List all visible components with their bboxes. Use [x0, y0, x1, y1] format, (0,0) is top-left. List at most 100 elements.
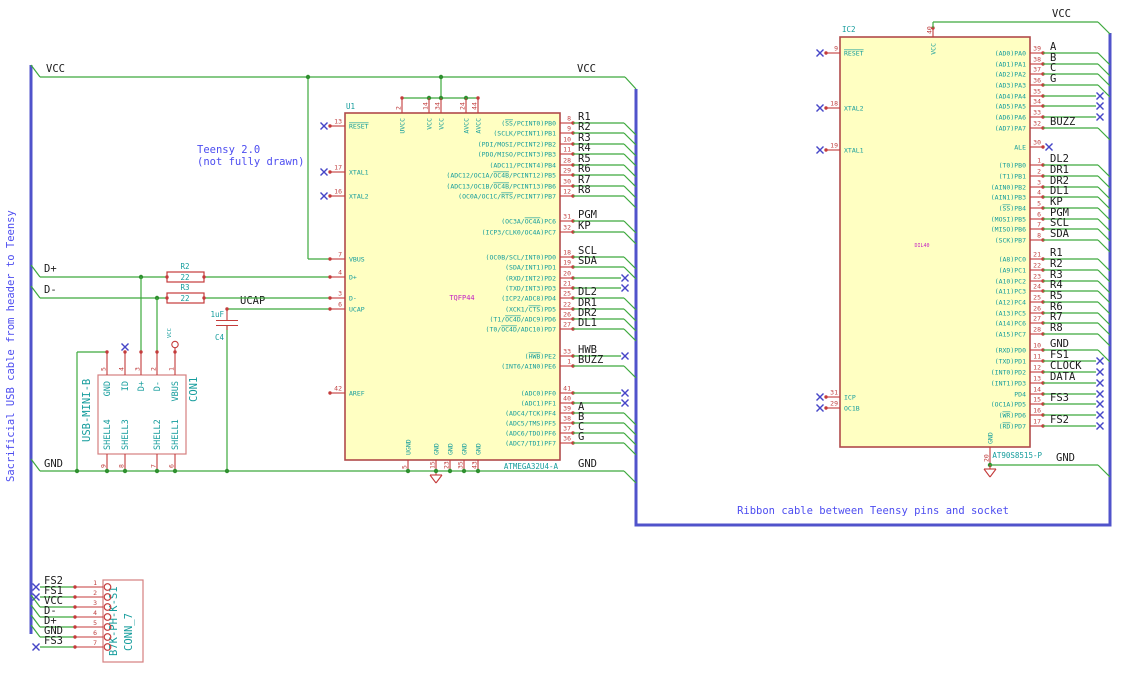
pin-name: ALE	[1014, 144, 1026, 152]
bus-entry	[1097, 207, 1111, 221]
net-label[interactable]: FS3	[1050, 392, 1069, 404]
pin-number: 24	[1033, 283, 1041, 291]
bus-entry	[623, 122, 637, 136]
pin-end-dot	[824, 106, 828, 110]
junction-dot	[438, 74, 444, 80]
pin-name: (RXD/INT2)PD2	[505, 275, 556, 283]
pin-number: 15	[429, 461, 437, 469]
pin-number: 6	[168, 464, 176, 468]
pin-number: 17	[1033, 418, 1041, 426]
pin-number: 4	[93, 609, 97, 617]
pin-end-dot	[165, 296, 169, 300]
pin-end-dot	[328, 124, 332, 128]
pin-number: 14	[1033, 386, 1041, 394]
pin-name: (T1)PB1	[999, 173, 1026, 181]
pin-end-dot	[824, 148, 828, 152]
pin-number: 30	[1033, 139, 1041, 147]
bus-entry	[623, 328, 637, 342]
pin-name: VCC	[438, 118, 446, 130]
net-label-gnd[interactable]: GND	[578, 458, 597, 470]
bus-entry	[623, 318, 637, 332]
pin-name: OC1B	[844, 405, 860, 413]
caption-teensy-2: (not fully drawn)	[197, 156, 304, 168]
net-label[interactable]: G	[578, 431, 584, 443]
schematic-canvas: Sacrificial USB cable from header to Tee…	[0, 0, 1131, 690]
junction-dot	[154, 468, 160, 474]
pin-number: 6	[93, 629, 97, 637]
net-label[interactable]: FS3	[44, 635, 63, 647]
bus-entry	[623, 412, 637, 426]
bus-entry	[1097, 333, 1111, 347]
pin-number: 26	[1033, 305, 1041, 313]
pin-number: 38	[1033, 56, 1041, 64]
pin-number: 22	[1033, 262, 1041, 270]
bus-entry	[623, 220, 637, 234]
bus-entry	[1097, 239, 1111, 253]
pin-number: 20	[563, 270, 571, 278]
bus-entry	[1097, 175, 1111, 189]
net-label[interactable]: R8	[1050, 322, 1063, 334]
pin-name: (SS)PB4	[999, 205, 1026, 213]
pin-name: (A10)PC2	[995, 278, 1026, 286]
pin-number: 29	[563, 167, 571, 175]
bus-entry	[1097, 196, 1111, 210]
schematic-drawing: Sacrificial USB cable from header to Tee…	[5, 8, 1112, 663]
pin-name: (OC3A/OC4A)PC6	[501, 218, 556, 226]
pin-number: 3	[134, 367, 142, 371]
pin-name: (ADC13/OC1B/OC4B/PCINT13)PB6	[446, 183, 556, 191]
u1-package: TQFP44	[449, 294, 474, 302]
net-label-vcc[interactable]: VCC	[46, 63, 65, 75]
pin-name: AVCC	[463, 118, 471, 134]
pin-end-dot	[328, 194, 332, 198]
ground-icon	[989, 468, 997, 478]
pin-name: (RXD)PD0	[995, 347, 1026, 355]
pin-name: (TXD/INT3)PD3	[505, 285, 556, 293]
pin-number: 24	[459, 102, 467, 110]
junction-dot	[305, 74, 311, 80]
net-label-vcc[interactable]: VCC	[577, 63, 596, 75]
net-label-d-plus[interactable]: D+	[44, 263, 57, 275]
pin-name: (A15)PC7	[995, 331, 1026, 339]
net-label-ucap[interactable]: UCAP	[240, 295, 265, 307]
pin-number: 35	[1033, 88, 1041, 96]
net-label[interactable]: KP	[578, 220, 591, 232]
bus-entry	[623, 256, 637, 270]
pin-number: 16	[334, 188, 342, 196]
pin-number: 11	[1033, 353, 1041, 361]
pin-name: (ADC7/TDI)PF7	[505, 440, 556, 448]
pin-name: (ICP3/CLK0/OC4A)PC7	[482, 229, 556, 237]
pin-end-dot	[202, 275, 206, 279]
net-label[interactable]: SDA	[578, 255, 598, 267]
pin-name: VCC	[930, 43, 938, 55]
net-label-vcc[interactable]: VCC	[1052, 8, 1071, 20]
pin-number: 1	[567, 358, 571, 366]
pin-number: 2	[150, 367, 158, 371]
net-label[interactable]: DATA	[1050, 371, 1076, 383]
net-label[interactable]: SDA	[1050, 228, 1070, 240]
caption-ribbon-cable: Ribbon cable between Teensy pins and soc…	[737, 505, 1009, 517]
net-label[interactable]: BUZZ	[578, 354, 603, 366]
pin-number: 40	[563, 395, 571, 403]
pin-number: 41	[563, 385, 571, 393]
pin-number: 11	[563, 146, 571, 154]
net-label[interactable]: FS2	[1050, 414, 1069, 426]
pin-name: (MOSI)PB5	[991, 216, 1026, 224]
junction-dot	[172, 468, 178, 474]
pin-number: 22	[563, 301, 571, 309]
pin-number: 4	[338, 269, 342, 277]
net-label[interactable]: R8	[578, 184, 591, 196]
pin-name: (T0/OC4D/ADC10)PD7	[486, 326, 557, 334]
pin-name: (SCK)PB7	[995, 237, 1026, 245]
net-label[interactable]: DL1	[578, 317, 597, 329]
bus-entry	[623, 164, 637, 178]
net-label-d-minus[interactable]: D-	[44, 284, 57, 296]
net-label[interactable]: BUZZ	[1050, 116, 1075, 128]
junction-dot	[224, 468, 230, 474]
pin-name: (ADC1)PF1	[521, 400, 556, 408]
bus-entry	[1097, 63, 1111, 77]
net-label-gnd[interactable]: GND	[1056, 452, 1075, 464]
net-label[interactable]: G	[1050, 73, 1056, 85]
pin-end-dot	[824, 395, 828, 399]
net-label-gnd[interactable]: GND	[44, 458, 63, 470]
pin-number: 38	[563, 415, 571, 423]
